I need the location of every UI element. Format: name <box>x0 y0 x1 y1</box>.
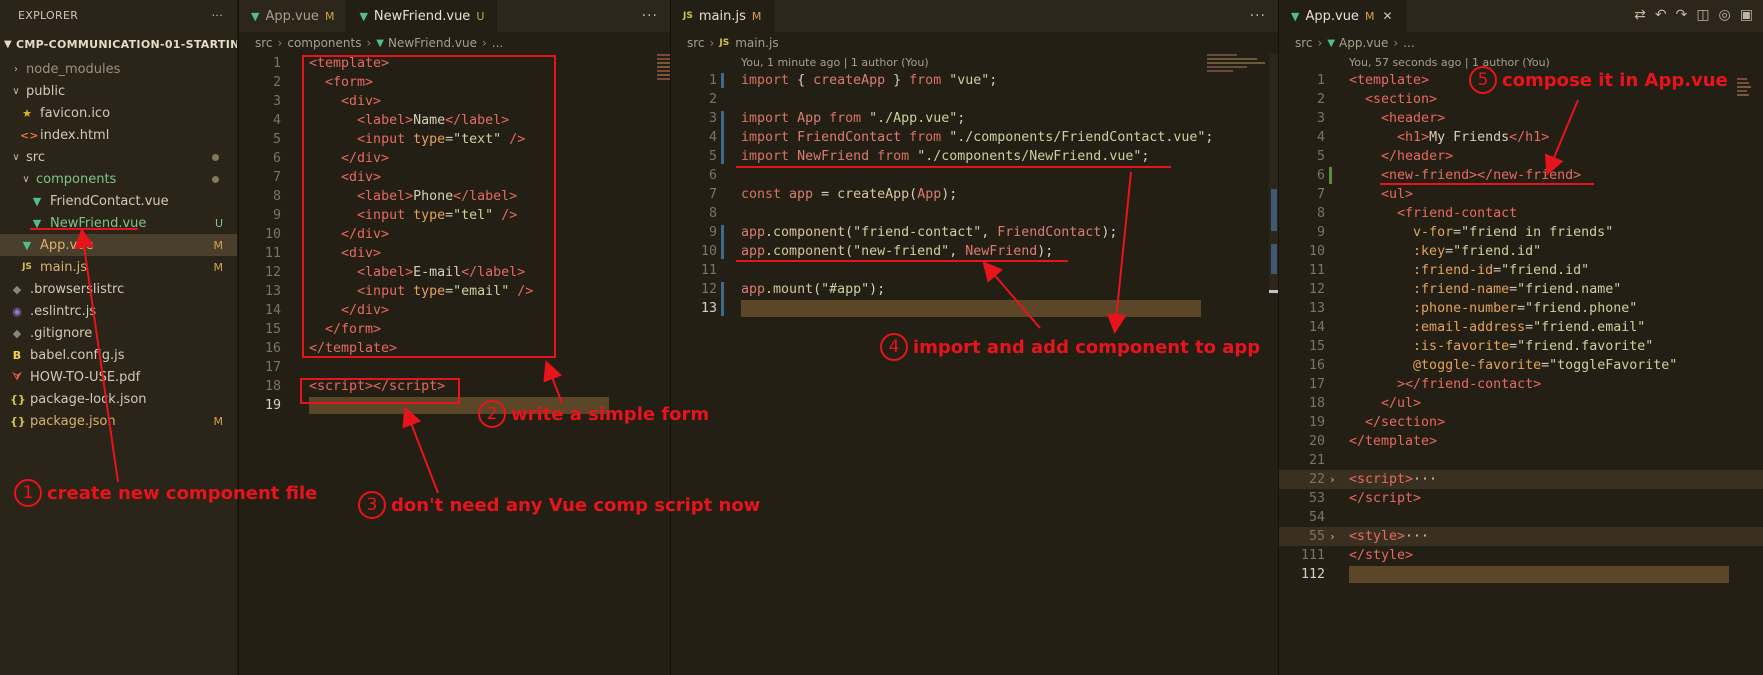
arrow-5 <box>1544 99 1579 176</box>
annotation-text: import and add component to app <box>913 336 1261 358</box>
annotation-4: 4 import and add component to app <box>880 333 1260 361</box>
annotation-number: 5 <box>1469 66 1497 94</box>
annotation-2: 2 write a simple form <box>478 400 709 428</box>
arrow-2 <box>543 360 563 404</box>
arrow-4a <box>982 260 1041 329</box>
annotation-number: 1 <box>14 479 42 507</box>
annotation-text: write a simple form <box>511 403 710 425</box>
arrow-1 <box>74 228 119 483</box>
arrow-4b <box>1106 171 1132 334</box>
annotation-number: 3 <box>358 491 386 519</box>
annotation-number: 2 <box>478 400 506 428</box>
annotation-3: 3 don't need any Vue comp script now <box>358 491 760 519</box>
annotation-text: create new component file <box>47 482 318 504</box>
annotation-text: compose it in App.vue <box>1502 69 1728 91</box>
arrow-3 <box>402 406 439 494</box>
annotation-number: 4 <box>880 333 908 361</box>
annotation-1: 1 create new component file <box>14 479 317 507</box>
annotation-text: don't need any Vue comp script now <box>391 494 761 516</box>
annotation-5: 5 compose it in App.vue <box>1469 66 1728 94</box>
